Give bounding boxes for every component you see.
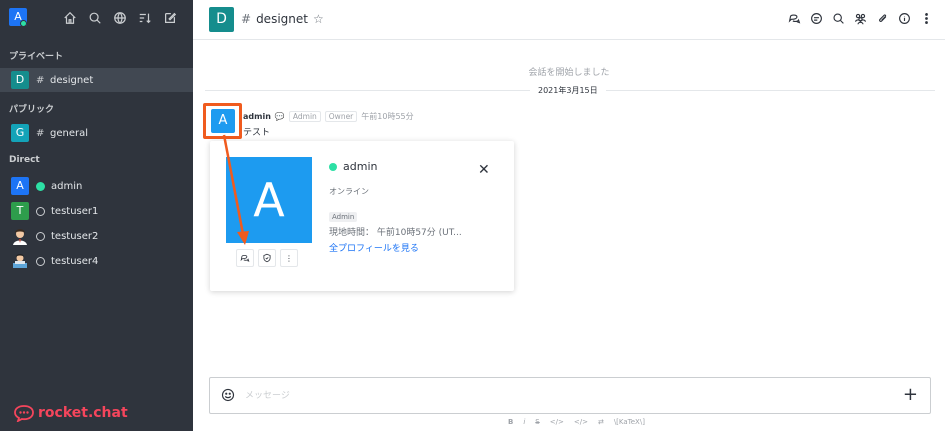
offline-status-icon bbox=[36, 206, 45, 216]
sidebar-item-general[interactable]: G # general bbox=[0, 121, 193, 145]
message-time: 午前10時55分 bbox=[361, 112, 414, 121]
header-toolbar bbox=[787, 11, 933, 25]
room-name: designet bbox=[256, 12, 308, 26]
plus-icon[interactable]: + bbox=[903, 384, 918, 406]
sidebar-item-label: testuser1 bbox=[51, 205, 99, 217]
emoji-icon[interactable] bbox=[221, 388, 235, 402]
search-icon[interactable] bbox=[87, 10, 102, 25]
section-public-label: パブリック bbox=[9, 105, 55, 115]
offline-status-icon bbox=[36, 256, 45, 266]
message-composer: + bbox=[209, 377, 931, 414]
discussion-icon[interactable] bbox=[809, 11, 823, 25]
message-body: テスト bbox=[243, 128, 271, 138]
inline-code-button[interactable]: </> bbox=[550, 418, 564, 426]
sidebar-item-testuser1[interactable]: T testuser1 bbox=[0, 199, 193, 223]
sidebar-item-label: designet bbox=[50, 74, 94, 86]
italic-button[interactable]: i bbox=[523, 418, 525, 426]
directory-icon[interactable] bbox=[112, 10, 127, 25]
rocket-logo-icon bbox=[14, 405, 34, 422]
role-badge-admin: Admin bbox=[288, 111, 321, 122]
role-badge-owner: Owner bbox=[324, 111, 358, 122]
threads-icon[interactable] bbox=[787, 11, 801, 25]
hash-icon: # bbox=[36, 74, 45, 86]
profile-avatar: A bbox=[226, 157, 312, 243]
sidebar-header: A bbox=[0, 0, 193, 38]
hash-icon: # bbox=[36, 127, 45, 139]
user-profile-card: A ⋮ admin ✕ オンライン Admin 現地時間： 午前10時57分 (… bbox=[210, 141, 514, 291]
sort-icon[interactable] bbox=[137, 10, 152, 25]
profile-status: オンライン bbox=[329, 187, 369, 196]
sidebar-item-designet[interactable]: D # designet bbox=[0, 68, 193, 92]
sidebar-item-label: testuser4 bbox=[51, 255, 99, 267]
sidebar-item-label: testuser2 bbox=[51, 230, 99, 242]
rocketchat-logo: rocket.chat bbox=[14, 404, 128, 422]
message-input[interactable] bbox=[245, 387, 845, 405]
message-username[interactable]: admin bbox=[243, 112, 271, 121]
set-role-button[interactable] bbox=[258, 249, 276, 267]
code-block-button[interactable]: </> bbox=[574, 418, 588, 426]
section-private-label: プライベート bbox=[9, 52, 64, 62]
hash-icon: # bbox=[241, 12, 252, 26]
sidebar: A プライベート D # designet パブリック G # general … bbox=[0, 0, 193, 431]
room-header: D # designet ☆ bbox=[193, 0, 945, 40]
sidebar-item-admin[interactable]: A admin bbox=[0, 174, 193, 198]
section-direct-label: Direct bbox=[9, 155, 40, 165]
room-title: # designet ☆ bbox=[241, 12, 324, 26]
online-status-icon bbox=[36, 181, 45, 191]
profile-actions: ⋮ bbox=[236, 249, 298, 267]
info-icon[interactable] bbox=[897, 11, 911, 25]
close-icon[interactable]: ✕ bbox=[478, 163, 490, 177]
room-avatar: G bbox=[11, 124, 29, 142]
room-avatar: D bbox=[11, 71, 29, 89]
search-icon[interactable] bbox=[831, 11, 845, 25]
shield-icon bbox=[263, 253, 271, 263]
sidebar-item-testuser2[interactable]: testuser2 bbox=[0, 224, 193, 248]
user-status-indicator bbox=[20, 20, 27, 27]
home-icon[interactable] bbox=[62, 10, 77, 25]
bold-button[interactable]: B bbox=[508, 418, 513, 426]
profile-role-badge: Admin bbox=[329, 212, 358, 222]
create-new-icon[interactable] bbox=[162, 10, 177, 25]
members-icon[interactable] bbox=[853, 11, 867, 25]
conversation-start-text: 会話を開始しました bbox=[528, 68, 610, 78]
room-avatar[interactable]: D bbox=[209, 7, 234, 32]
direct-message-button[interactable] bbox=[236, 249, 254, 267]
logo-text: rocket.chat bbox=[38, 405, 128, 421]
star-icon[interactable]: ☆ bbox=[313, 12, 324, 26]
strike-button[interactable]: S bbox=[535, 418, 539, 426]
attachment-icon[interactable] bbox=[875, 11, 889, 25]
user-avatar: A bbox=[11, 177, 29, 195]
chat-icon bbox=[240, 254, 250, 262]
date-label: 2021年3月15日 bbox=[530, 85, 606, 96]
view-full-profile-link[interactable]: 全プロフィールを見る bbox=[329, 241, 419, 254]
app-root: A プライベート D # designet パブリック G # general … bbox=[0, 0, 945, 431]
offline-status-icon bbox=[36, 231, 45, 241]
highlight-box bbox=[203, 103, 242, 139]
chat-bubble-icon: 💬 bbox=[274, 112, 285, 121]
message-header: admin 💬 Admin Owner 午前10時55分 bbox=[243, 111, 414, 122]
online-status-icon bbox=[329, 162, 337, 171]
katex-button[interactable]: \[KaTeX\] bbox=[614, 418, 645, 426]
profile-name-row: admin bbox=[329, 160, 377, 173]
sidebar-toolbar bbox=[62, 10, 177, 25]
user-photo-avatar bbox=[11, 227, 29, 245]
sidebar-item-testuser4[interactable]: testuser4 bbox=[0, 249, 193, 273]
link-button[interactable]: ⇄ bbox=[598, 418, 604, 426]
formatting-toolbar: B i S </> </> ⇄ \[KaTeX\] bbox=[508, 418, 645, 426]
user-photo-avatar bbox=[11, 252, 29, 270]
profile-local-time: 現地時間： 午前10時57分 (UT... bbox=[329, 228, 462, 238]
user-avatar: T bbox=[11, 202, 29, 220]
kebab-icon[interactable] bbox=[919, 11, 933, 25]
kebab-icon: ⋮ bbox=[285, 253, 293, 263]
sidebar-item-label: admin bbox=[51, 180, 83, 192]
profile-name: admin bbox=[343, 160, 378, 173]
sidebar-item-label: general bbox=[50, 127, 89, 139]
more-actions-button[interactable]: ⋮ bbox=[280, 249, 298, 267]
